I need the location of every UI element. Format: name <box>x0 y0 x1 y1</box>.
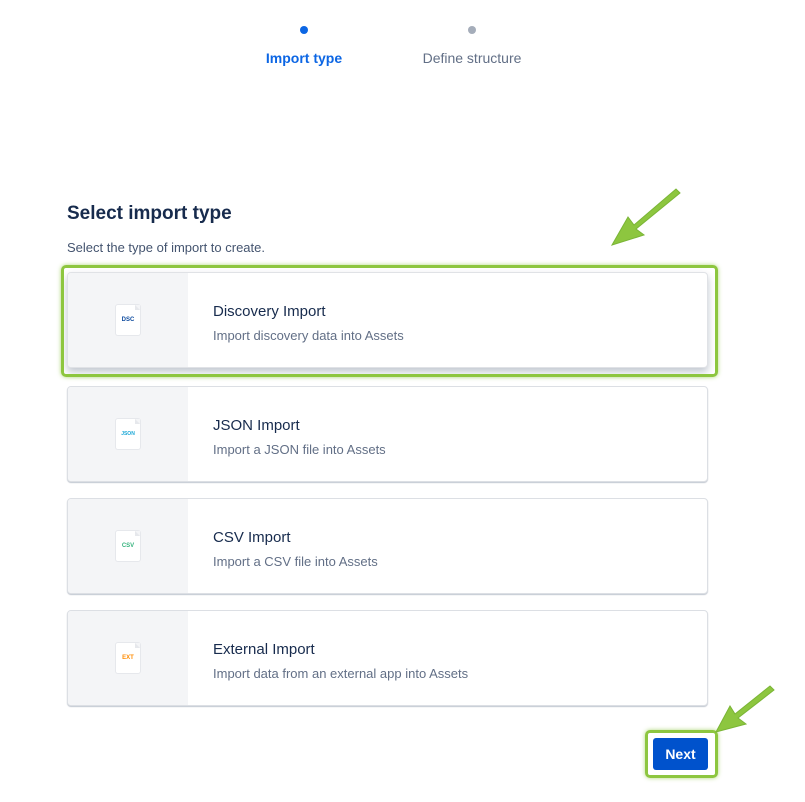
step-label: Import type <box>265 50 343 66</box>
json-file-icon: JSON <box>116 419 140 449</box>
option-description: Import data from an external app into As… <box>213 666 469 681</box>
import-option-external[interactable]: EXT External Import Import data from an … <box>67 610 708 706</box>
annotation-arrow-icon <box>610 188 681 246</box>
dsc-file-icon: DSC <box>116 305 140 335</box>
csv-file-icon: CSV <box>116 531 140 561</box>
step-dot-active <box>300 26 308 34</box>
option-text: Discovery Import Import discovery data i… <box>213 273 404 343</box>
option-name: Discovery Import <box>213 303 326 320</box>
ext-file-icon: EXT <box>116 643 140 673</box>
icon-pane: JSON <box>68 387 188 481</box>
page-subtitle: Select the type of import to create. <box>67 240 265 255</box>
import-option-discovery[interactable]: DSC Discovery Import Import discovery da… <box>67 272 708 368</box>
import-wizard-page: Import type Define structure Select impo… <box>0 0 805 802</box>
step-define-structure[interactable]: Define structure <box>392 22 552 66</box>
step-label: Define structure <box>422 50 522 66</box>
icon-pane: DSC <box>68 273 188 367</box>
annotation-arrow-icon <box>715 685 775 733</box>
option-description: Import discovery data into Assets <box>213 328 404 343</box>
option-description: Import a JSON file into Assets <box>213 442 386 457</box>
option-name: External Import <box>213 641 315 658</box>
page-title: Select import type <box>67 203 232 224</box>
step-import-type[interactable]: Import type <box>224 22 384 66</box>
option-text: CSV Import Import a CSV file into Assets <box>213 499 378 569</box>
icon-pane: EXT <box>68 611 188 705</box>
progress-stepper: Import type Define structure <box>0 0 805 80</box>
option-description: Import a CSV file into Assets <box>213 554 378 569</box>
next-button[interactable]: Next <box>653 738 708 770</box>
icon-pane: CSV <box>68 499 188 593</box>
import-option-json[interactable]: JSON JSON Import Import a JSON file into… <box>67 386 708 482</box>
option-name: CSV Import <box>213 529 291 546</box>
option-name: JSON Import <box>213 417 300 434</box>
import-option-csv[interactable]: CSV CSV Import Import a CSV file into As… <box>67 498 708 594</box>
option-text: External Import Import data from an exte… <box>213 611 468 681</box>
option-text: JSON Import Import a JSON file into Asse… <box>213 387 386 457</box>
step-dot-inactive <box>468 26 476 34</box>
